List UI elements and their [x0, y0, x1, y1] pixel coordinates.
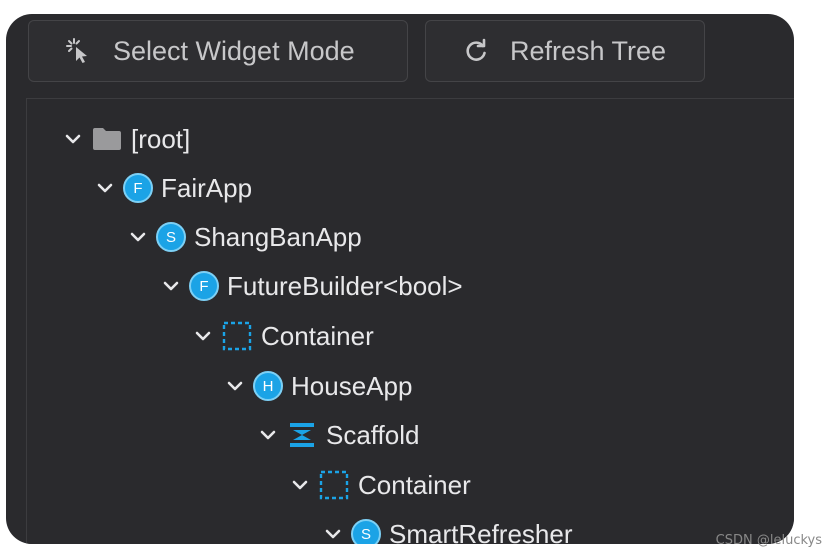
chevron-down-icon[interactable]	[290, 475, 310, 495]
tree-node-label: FutureBuilder<bool>	[227, 270, 463, 301]
container-icon	[221, 321, 253, 351]
tree-node-fairapp[interactable]: F FairApp	[95, 168, 252, 208]
chevron-down-icon[interactable]	[323, 524, 343, 544]
chevron-down-icon[interactable]	[258, 425, 278, 445]
tree-node-label: Scaffold	[326, 419, 420, 450]
select-widget-mode-label: Select Widget Mode	[113, 35, 355, 66]
select-widget-mode-button[interactable]: Select Widget Mode	[28, 20, 408, 82]
watermark: CSDN @leluckys	[715, 533, 822, 548]
tree-node-futurebuilder[interactable]: F FutureBuilder<bool>	[161, 266, 463, 306]
chevron-down-icon[interactable]	[225, 376, 245, 396]
tree-node-label: Container	[261, 320, 374, 351]
widget-badge-icon: H	[253, 371, 283, 401]
refresh-tree-button[interactable]: Refresh Tree	[425, 20, 705, 82]
chevron-down-icon[interactable]	[63, 129, 83, 149]
tree-node-label: HouseApp	[291, 370, 413, 401]
inspector-toolbar: Select Widget Mode Refresh Tree	[6, 14, 794, 100]
tree-node-smartrefresher[interactable]: S SmartRefresher	[323, 514, 573, 544]
widget-tree: [root] F FairApp S ShangBanApp F FutureB…	[26, 98, 794, 544]
widget-badge-icon: S	[351, 519, 381, 544]
refresh-tree-label: Refresh Tree	[510, 35, 667, 66]
refresh-icon	[462, 37, 490, 65]
chevron-down-icon[interactable]	[128, 227, 148, 247]
tree-node-root[interactable]: [root]	[63, 119, 190, 159]
tree-node-label: Container	[358, 469, 471, 500]
widget-badge-icon: F	[123, 173, 153, 203]
tree-node-label: FairApp	[161, 172, 253, 203]
chevron-down-icon[interactable]	[95, 178, 115, 198]
tree-node-scaffold[interactable]: Scaffold	[258, 415, 419, 455]
tree-node-label: ShangBanApp	[194, 221, 362, 252]
widget-badge-icon: F	[189, 271, 219, 301]
chevron-down-icon[interactable]	[161, 276, 181, 296]
scaffold-icon	[286, 420, 318, 450]
tree-node-container[interactable]: Container	[290, 465, 471, 505]
folder-icon	[91, 124, 123, 154]
tree-node-container[interactable]: Container	[193, 316, 374, 356]
tree-node-label: SmartRefresher	[389, 518, 573, 545]
tree-node-houseapp[interactable]: H HouseApp	[225, 366, 412, 406]
chevron-down-icon[interactable]	[193, 326, 213, 346]
widget-badge-icon: S	[156, 222, 186, 252]
select-pointer-icon	[65, 37, 93, 65]
container-icon	[318, 470, 350, 500]
widget-inspector-panel: Select Widget Mode Refresh Tree [root] F…	[6, 14, 794, 544]
tree-node-shangbanapp[interactable]: S ShangBanApp	[128, 217, 362, 257]
tree-node-label: [root]	[131, 123, 191, 154]
